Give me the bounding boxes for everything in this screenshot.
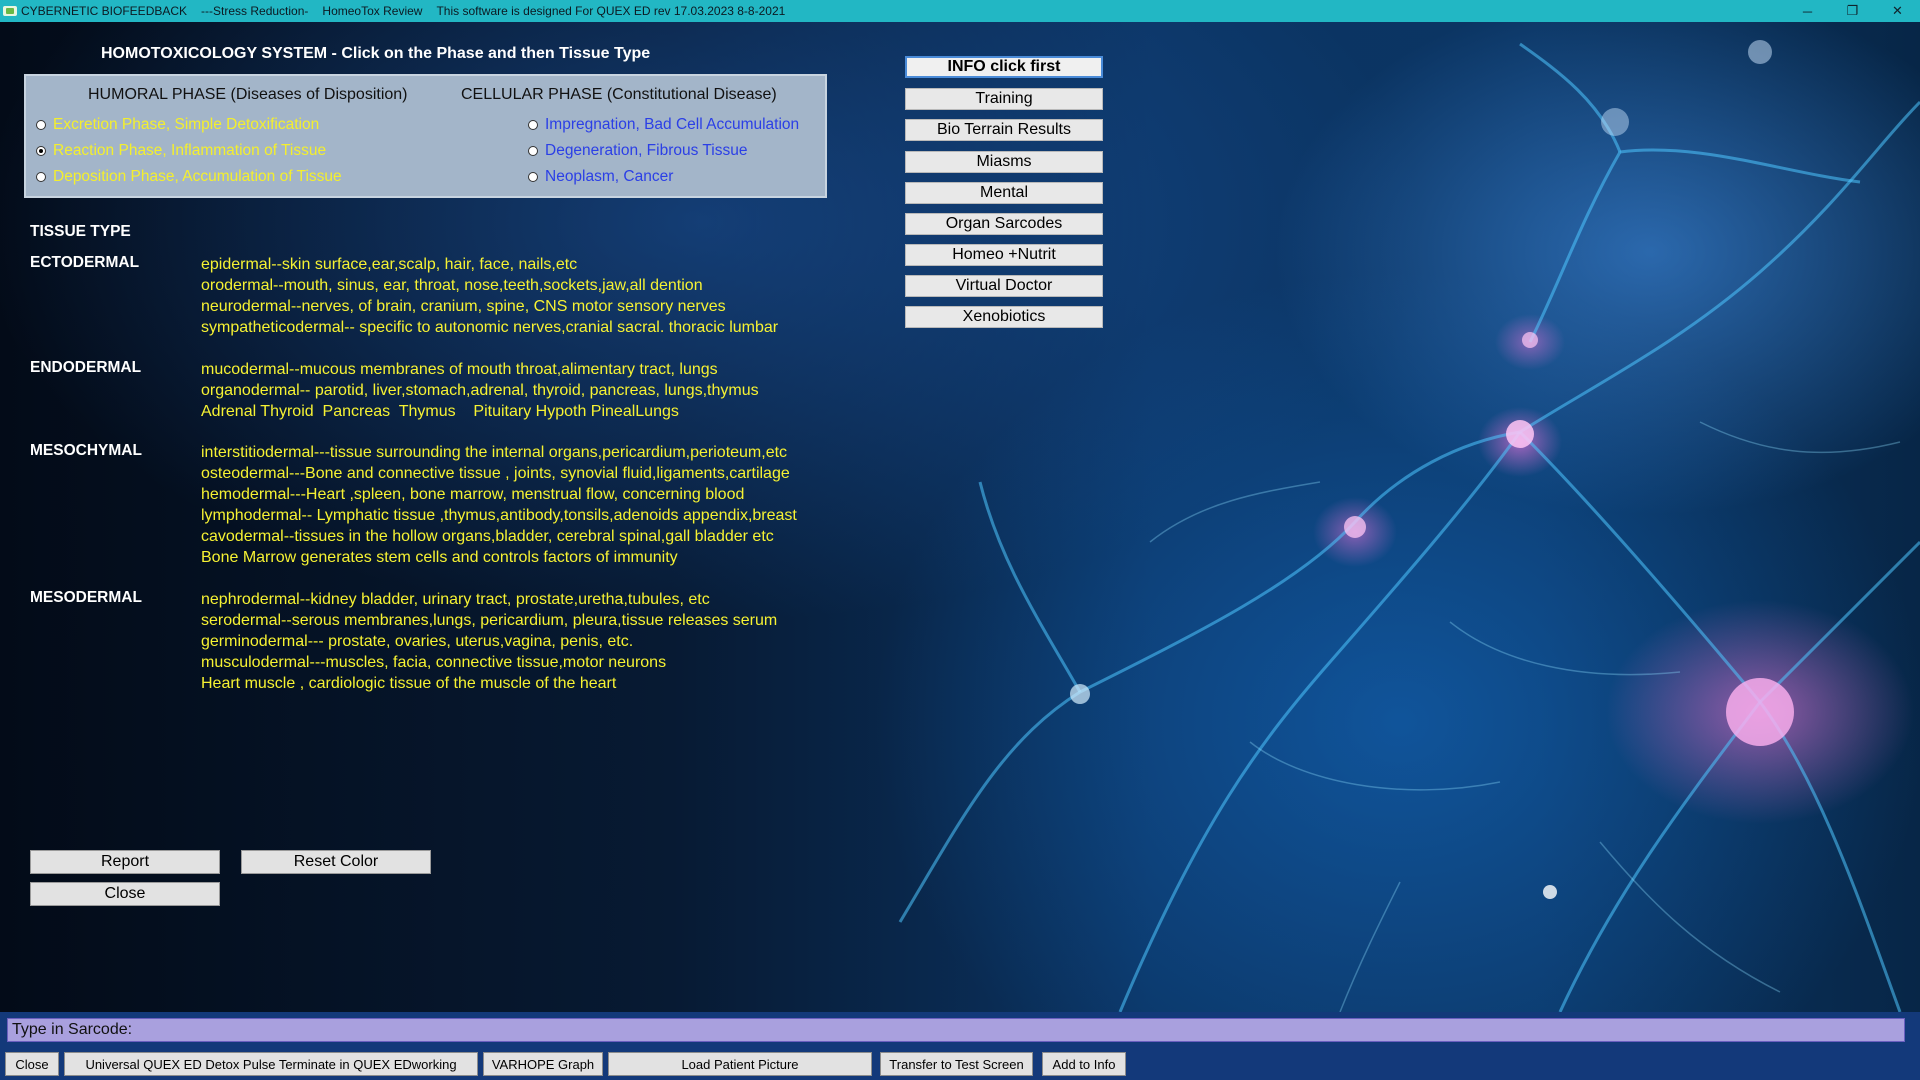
tissue-item[interactable]: organodermal-- parotid, liver,stomach,ad… [201,380,759,401]
cellular-phase-title: CELLULAR PHASE (Constitutional Disease) [461,86,777,103]
window-close-button[interactable]: ✕ [1875,0,1920,22]
title-segment-stress: ---Stress Reduction- [201,4,309,18]
title-segment-version: This software is designed For QUEX ED re… [436,4,786,18]
xenobiotics-button[interactable]: Xenobiotics [905,306,1103,328]
page-title: HOMOTOXICOLOGY SYSTEM - Click on the Pha… [101,45,651,62]
radio-label[interactable]: Reaction Phase, Inflammation of Tissue [53,142,326,160]
mesodermal-list: nephrodermal--kidney bladder, urinary tr… [201,589,777,694]
radio-button[interactable] [36,120,46,130]
app-icon [3,6,17,16]
tissue-item[interactable]: nephrodermal--kidney bladder, urinary tr… [201,589,777,610]
restore-button[interactable]: ❐ [1830,0,1875,22]
minimize-button[interactable]: ─ [1785,0,1830,22]
radio-label[interactable]: Excretion Phase, Simple Detoxification [53,116,319,134]
tissue-item[interactable]: sympatheticodermal-- specific to autonom… [201,317,778,338]
tissue-item[interactable]: lymphodermal-- Lymphatic tissue ,thymus,… [201,505,797,526]
info-button[interactable]: INFO click first [905,56,1103,78]
bottom-bar: Type in Sarcode: Close Universal QUEX ED… [0,1012,1920,1080]
tissue-item[interactable]: germinodermal--- prostate, ovaries, uter… [201,631,777,652]
radio-button[interactable] [36,172,46,182]
mesochymal-list: interstitiodermal---tissue surrounding t… [201,442,797,568]
radio-degeneration-phase[interactable]: Degeneration, Fibrous Tissue [528,142,747,160]
varhope-graph-button[interactable]: VARHOPE Graph [483,1052,603,1076]
virtual-doctor-button[interactable]: Virtual Doctor [905,275,1103,297]
tissue-item[interactable]: neurodermal--nerves, of brain, cranium, … [201,296,778,317]
title-bar: CYBERNETIC BIOFEEDBACK ---Stress Reducti… [0,0,1920,22]
radio-label[interactable]: Impregnation, Bad Cell Accumulation [545,116,799,134]
tissue-item[interactable]: hemodermal---Heart ,spleen, bone marrow,… [201,484,797,505]
humoral-phase-title: HUMORAL PHASE (Diseases of Disposition) [88,86,408,103]
tissue-item[interactable]: osteodermal---Bone and connective tissue… [201,463,797,484]
load-patient-picture-button[interactable]: Load Patient Picture [608,1052,872,1076]
tissue-item[interactable]: interstitiodermal---tissue surrounding t… [201,442,797,463]
radio-label[interactable]: Deposition Phase, Accumulation of Tissue [53,168,342,186]
bottom-close-button[interactable]: Close [5,1052,59,1076]
main-area: HOMOTOXICOLOGY SYSTEM - Click on the Pha… [0,22,1920,1012]
phase-panel: HUMORAL PHASE (Diseases of Disposition) … [24,74,827,198]
endodermal-list: mucodermal--mucous membranes of mouth th… [201,359,759,422]
sarcode-input[interactable]: Type in Sarcode: [7,1018,1905,1042]
miasms-button[interactable]: Miasms [905,151,1103,173]
tissue-item[interactable]: mucodermal--mucous membranes of mouth th… [201,359,759,380]
training-button[interactable]: Training [905,88,1103,110]
radio-excretion-phase[interactable]: Excretion Phase, Simple Detoxification [36,116,319,134]
radio-button[interactable] [528,172,538,182]
tissue-item[interactable]: cavodermal--tissues in the hollow organs… [201,526,797,547]
tissue-item[interactable]: Adrenal Thyroid Pancreas Thymus Pituitar… [201,401,759,422]
mental-button[interactable]: Mental [905,182,1103,204]
radio-button[interactable] [528,120,538,130]
ectodermal-list: epidermal--skin surface,ear,scalp, hair,… [201,254,778,338]
radio-impregnation-phase[interactable]: Impregnation, Bad Cell Accumulation [528,116,799,134]
tissue-item[interactable]: serodermal--serous membranes,lungs, peri… [201,610,777,631]
ectodermal-title: ECTODERMAL [30,254,140,271]
radio-label[interactable]: Neoplasm, Cancer [545,168,673,186]
radio-deposition-phase[interactable]: Deposition Phase, Accumulation of Tissue [36,168,376,186]
radio-button-selected[interactable] [36,146,46,156]
radio-label[interactable]: Degeneration, Fibrous Tissue [545,142,747,160]
app-name: CYBERNETIC BIOFEEDBACK [21,4,188,18]
add-to-info-button[interactable]: Add to Info [1042,1052,1126,1076]
reset-color-button[interactable]: Reset Color [241,850,431,874]
tissue-type-title: TISSUE TYPE [30,223,131,240]
organ-sarcodes-button[interactable]: Organ Sarcodes [905,213,1103,235]
transfer-to-test-screen-button[interactable]: Transfer to Test Screen [880,1052,1033,1076]
tissue-item[interactable]: epidermal--skin surface,ear,scalp, hair,… [201,254,778,275]
tissue-item[interactable]: Bone Marrow generates stem cells and con… [201,547,797,568]
close-button[interactable]: Close [30,882,220,906]
report-button[interactable]: Report [30,850,220,874]
homeo-nutrit-button[interactable]: Homeo +Nutrit [905,244,1103,266]
endodermal-title: ENDODERMAL [30,359,142,376]
radio-reaction-phase[interactable]: Reaction Phase, Inflammation of Tissue [36,142,326,160]
tissue-item[interactable]: musculodermal---muscles, facia, connecti… [201,652,777,673]
mesochymal-title: MESOCHYMAL [30,442,142,459]
detox-pulse-terminate-button[interactable]: Universal QUEX ED Detox Pulse Terminate … [64,1052,478,1076]
tissue-item[interactable]: Heart muscle , cardiologic tissue of the… [201,673,777,694]
bio-terrain-results-button[interactable]: Bio Terrain Results [905,119,1103,141]
tissue-item[interactable]: orodermal--mouth, sinus, ear, throat, no… [201,275,778,296]
title-segment-review: HomeoTox Review [322,4,423,18]
mesodermal-title: MESODERMAL [30,589,142,606]
radio-neoplasm-phase[interactable]: Neoplasm, Cancer [528,168,673,186]
radio-button[interactable] [528,146,538,156]
